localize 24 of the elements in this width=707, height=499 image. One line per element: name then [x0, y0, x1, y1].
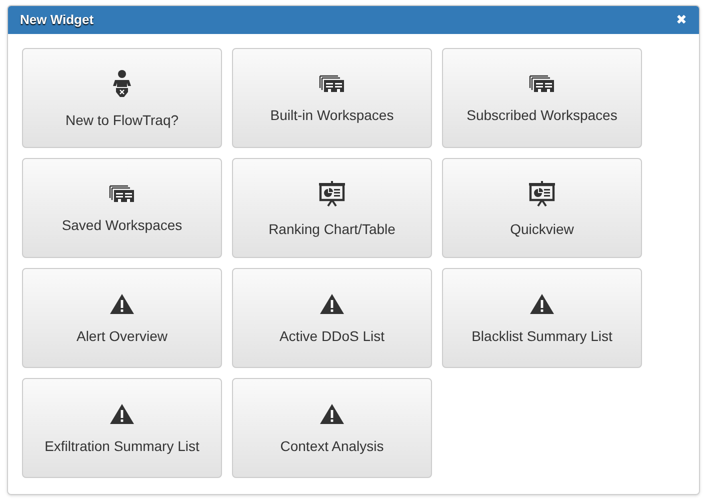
widget-tile[interactable]: Ranking Chart/Table [232, 158, 432, 258]
widget-tile[interactable]: Saved Workspaces [22, 158, 222, 258]
widget-tile[interactable]: Context Analysis [232, 378, 432, 478]
warning-icon [320, 294, 344, 314]
widget-tile[interactable]: Alert Overview [22, 268, 222, 368]
widget-tile[interactable]: Exfiltration Summary List [22, 378, 222, 478]
presentation-icon [528, 180, 556, 206]
warning-icon [320, 404, 344, 424]
presentation-icon [318, 180, 346, 206]
widget-tile[interactable]: Subscribed Workspaces [442, 48, 642, 148]
warning-icon [110, 404, 134, 424]
widget-tile[interactable]: Quickview [442, 158, 642, 258]
warning-icon [110, 294, 134, 314]
warning-icon [530, 294, 554, 314]
workspaces-icon [109, 184, 135, 202]
widget-tile[interactable]: Blacklist Summary List [442, 268, 642, 368]
widget-tile[interactable]: Built-in Workspaces [232, 48, 432, 148]
baby-icon [112, 70, 132, 98]
widget-tile[interactable]: New to FlowTraq? [22, 48, 222, 148]
close-button[interactable]: ✖ [676, 10, 687, 30]
widget-tile[interactable]: Active DDoS List [232, 268, 432, 368]
workspaces-icon [529, 74, 555, 92]
window-title: New Widget [20, 11, 94, 30]
workspaces-icon [319, 74, 345, 92]
